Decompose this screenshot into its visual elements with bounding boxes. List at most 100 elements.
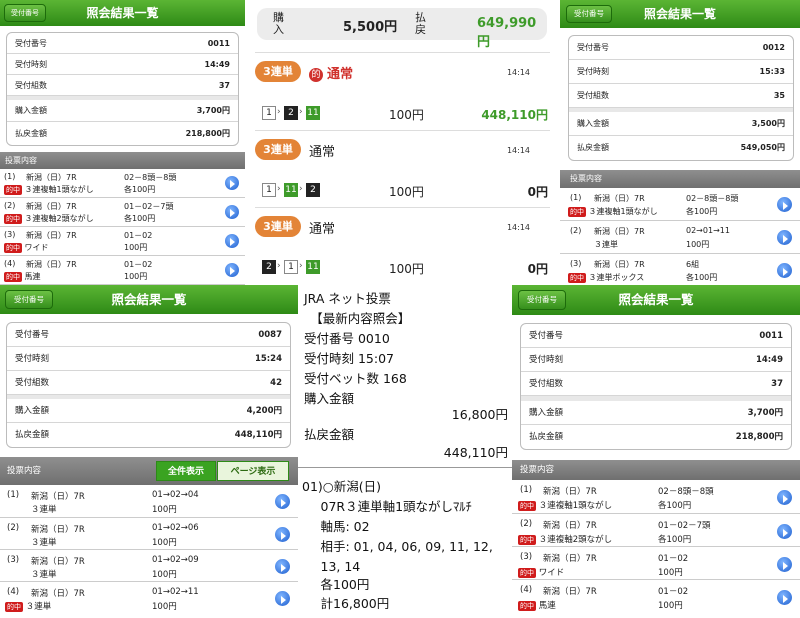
row-value: 218,800円 xyxy=(735,432,783,442)
row-value: 3,500円 xyxy=(751,119,785,128)
detail-arrow-icon[interactable] xyxy=(777,263,792,278)
header-bar: 受付番号 照会結果一覧 xyxy=(0,285,298,314)
detail-arrow-icon[interactable] xyxy=(275,591,290,606)
summary-box: 受付番号 0087 受付時刻 15:24 受付組数 42 購入金額 4,200円 払戻金… xyxy=(6,322,291,448)
tab-show-all[interactable]: 全件表示 xyxy=(156,461,216,481)
section-header: 投票内容 xyxy=(512,460,800,480)
row-value: 448,110円 xyxy=(234,430,282,440)
row-receipt-number: 受付番号 0012 xyxy=(569,36,793,60)
list-item[interactable]: (4) 新潟（日）7R 的中 馬連 01－02 100円 xyxy=(0,256,245,285)
bet-kind: 通常 xyxy=(309,141,335,160)
detail-arrow-icon[interactable] xyxy=(275,494,290,509)
row-value: 4,200円 xyxy=(246,406,282,416)
detail-arrow-icon[interactable] xyxy=(225,263,239,277)
list-item[interactable]: (1) 新潟（日）7R ３連単 01→02→04 100円 xyxy=(0,485,298,518)
row-value: 0012 xyxy=(762,43,785,52)
detail-arrow-icon[interactable] xyxy=(777,557,792,572)
buy-value: 5,500円 xyxy=(343,20,398,35)
row-label: 払戻金額 xyxy=(15,430,50,440)
row-label: 受付番号 xyxy=(529,331,564,341)
detail-arrow-icon[interactable] xyxy=(225,234,239,248)
arrow-right-icon: › xyxy=(299,107,303,117)
bet-list: (1) 新潟（日）7R 的中 ３連複軸1頭ながし 02－8頭－8頭 各100円 … xyxy=(560,188,800,285)
list-item[interactable]: (2) 新潟（日）7R ３連単 01→02→06 100円 xyxy=(0,518,298,550)
bet-detail-line: 07R３連単軸1頭ながしﾏﾙﾁ xyxy=(308,499,472,514)
result-list-panel-1: 受付番号 照会結果一覧 受付番号 0011 受付時刻 14:49 受付組数 37 購入… xyxy=(0,0,245,285)
detail-arrow-icon[interactable] xyxy=(225,205,239,219)
item-race: 新潟（日）7R xyxy=(31,525,85,535)
list-item[interactable]: (2) 新潟（日）7R ３連単 02→01→11 100円 xyxy=(560,221,800,254)
bet-detail-line: 01)○新潟(日) xyxy=(302,479,381,494)
bet-history-panel: 購入 5,500円 払戻 649,990円 3連単 的通常 14:14 1 › … xyxy=(245,0,560,285)
row-label: 購入金額 xyxy=(577,119,609,128)
tab-page-view[interactable]: ページ表示 xyxy=(217,461,289,481)
item-number: (2) xyxy=(7,523,20,533)
detail-arrow-icon[interactable] xyxy=(275,527,290,542)
hit-badge: 的中 xyxy=(568,272,586,283)
list-item[interactable]: (2) 新潟（日）7R 的中 ３連複軸2頭ながし 01－02－7頭 各100円 xyxy=(512,514,800,547)
header-bar: 受付番号 照会結果一覧 xyxy=(512,285,800,315)
horse-number: 2 xyxy=(306,183,320,197)
row-label: 購入金額 xyxy=(15,406,50,416)
row-value: 15:24 xyxy=(254,354,282,364)
list-item[interactable]: (4) 新潟（日）7R 的中 ３連単 01→02→11 100円 xyxy=(0,582,298,614)
item-race: 新潟（日）7R xyxy=(31,557,85,567)
row-value: 549,050円 xyxy=(740,143,785,152)
list-item[interactable]: (1) 新潟（日）7R 的中 ３連複軸1頭ながし 02－8頭－8頭 各100円 xyxy=(512,480,800,514)
row-label: 受付時刻 xyxy=(15,60,47,69)
detail-arrow-icon[interactable] xyxy=(275,559,290,574)
row-label: 受付番号 xyxy=(15,39,47,48)
arrow-right-icon: › xyxy=(277,107,281,117)
item-combo: 01－02－7頭 xyxy=(658,521,711,531)
hit-badge: 的中 xyxy=(518,567,536,578)
payout-value: 649,990円 xyxy=(477,16,537,50)
detail-arrow-icon[interactable] xyxy=(225,176,239,190)
payout-label: 払戻金額 xyxy=(304,427,355,442)
row-payout-amount: 払戻金額 218,800円 xyxy=(521,425,791,449)
detail-arrow-icon[interactable] xyxy=(777,230,792,245)
item-number: (2) xyxy=(570,226,582,235)
item-combo: 01→02→11 xyxy=(152,587,199,597)
detail-arrow-icon[interactable] xyxy=(777,590,792,605)
list-item[interactable]: (2) 新潟（日）7R 的中 ３連複軸2頭ながし 01－02－7頭 各100円 xyxy=(0,198,245,227)
page-title: 照会結果一覧 xyxy=(111,292,187,307)
horse-number: 11 xyxy=(306,260,320,274)
hit-badge: 的中 xyxy=(4,242,22,253)
list-item[interactable]: (3) 新潟（日）7R 的中 ワイド 01－02 100円 xyxy=(0,227,245,256)
item-amount: 各100円 xyxy=(658,535,692,545)
list-item[interactable]: (1) 新潟（日）7R 的中 ３連複軸1頭ながし 02－8頭－8頭 各100円 xyxy=(0,169,245,198)
hit-badge: 的中 xyxy=(568,206,586,217)
row-label: 受付組数 xyxy=(577,91,609,100)
item-race: 新潟（日）7R xyxy=(543,487,597,497)
bet-time: 14:14 xyxy=(506,68,530,77)
row-label: 払戻金額 xyxy=(15,129,47,138)
list-item[interactable]: (3) 新潟（日）7R ３連単 01→02→09 100円 xyxy=(0,550,298,582)
detail-arrow-icon[interactable] xyxy=(777,524,792,539)
item-bet-type: ３連単ボックス xyxy=(588,273,645,282)
item-number: (1) xyxy=(4,172,16,181)
divider xyxy=(255,130,550,131)
bet-detail-line: 各100円 xyxy=(308,577,370,592)
item-bet-type: ３連単 xyxy=(31,538,57,548)
list-item[interactable]: (3) 新潟（日）7R 的中 ３連単ボックス 6組 各100円 xyxy=(560,254,800,285)
row-receipt-number: 受付番号 0011 xyxy=(7,33,238,54)
horse-number: 2 xyxy=(284,106,298,120)
list-item[interactable]: (4) 新潟（日）7R 的中 馬連 01－02 100円 xyxy=(512,580,800,613)
arrow-right-icon: › xyxy=(277,184,281,194)
divider xyxy=(255,52,550,53)
item-combo: 02－8頭－8頭 xyxy=(124,173,177,182)
arrow-right-icon: › xyxy=(299,184,303,194)
row-label: 払戻金額 xyxy=(529,432,564,442)
row-value: 3,700円 xyxy=(747,408,783,418)
item-combo: 01－02 xyxy=(124,260,153,269)
item-combo: 6組 xyxy=(686,260,700,269)
list-item[interactable]: (3) 新潟（日）7R 的中 ワイド 01－02 100円 xyxy=(512,547,800,580)
item-race: 新潟（日）7R xyxy=(543,521,597,531)
list-item[interactable]: (1) 新潟（日）7R 的中 ３連複軸1頭ながし 02－8頭－8頭 各100円 xyxy=(560,188,800,221)
item-bet-type: ３連複軸2頭ながし xyxy=(538,535,613,545)
detail-arrow-icon[interactable] xyxy=(777,490,792,505)
row-value: 35 xyxy=(773,91,785,100)
item-race: 新潟（日）7R xyxy=(594,194,645,203)
detail-arrow-icon[interactable] xyxy=(777,197,792,212)
item-amount: 100円 xyxy=(658,568,683,578)
